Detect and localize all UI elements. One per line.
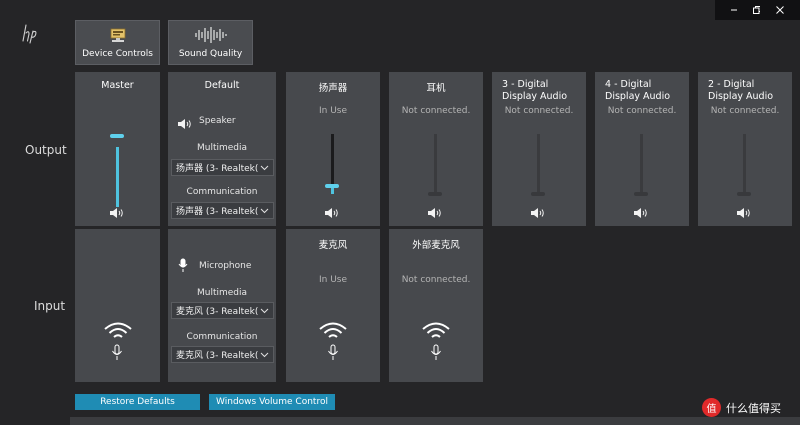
speaker-icon[interactable]	[109, 204, 125, 223]
output-device-panel: 耳机 Not connected.	[389, 72, 483, 226]
microphone-icon	[178, 258, 188, 278]
input-device-title: 麦克风	[318, 240, 348, 251]
speaker-icon[interactable]	[530, 204, 546, 223]
output-device-status: Not connected.	[607, 106, 677, 116]
output-device-title: 3 - Digital Display Audio	[502, 79, 568, 102]
input-communication-select[interactable]: 麦克风 (3- Realtek(	[171, 346, 274, 363]
output-row-label: Output	[25, 143, 67, 157]
output-device-status: Not connected.	[710, 106, 780, 116]
master-panel: Master	[75, 72, 160, 226]
display-audio-volume-thumb	[737, 192, 751, 196]
input-device-panel: 外部麦克风 Not connected.	[389, 229, 483, 382]
display-audio-volume-track	[640, 134, 643, 194]
horizontal-scrollbar[interactable]	[70, 417, 800, 425]
speaker-volume-thumb[interactable]	[325, 184, 339, 188]
speaker-icon[interactable]	[736, 204, 752, 223]
chevron-down-icon	[260, 208, 269, 214]
output-device-title: 扬声器	[318, 83, 348, 94]
display-audio-volume-thumb	[531, 192, 545, 196]
output-communication-select[interactable]: 扬声器 (3- Realtek(	[171, 202, 274, 219]
input-multimedia-label: Multimedia	[196, 288, 248, 298]
master-title: Master	[101, 80, 134, 91]
default-output-device: Speaker	[199, 116, 236, 126]
display-audio-volume-track	[537, 134, 540, 194]
display-audio-volume-track	[743, 134, 746, 194]
output-device-status: Not connected.	[401, 106, 471, 116]
speaker-volume-track[interactable]	[331, 134, 334, 186]
input-communication-label: Communication	[186, 332, 258, 342]
output-device-panel: 4 - Digital Display Audio Not connected.	[595, 72, 689, 226]
wifi-icon	[421, 321, 451, 345]
output-device-title: 2 - Digital Display Audio	[708, 79, 774, 102]
output-device-status: Not connected.	[504, 106, 574, 116]
default-output-panel: Default Speaker Multimedia 扬声器 (3- Realt…	[168, 72, 276, 226]
close-button[interactable]	[760, 0, 800, 20]
output-device-title: 4 - Digital Display Audio	[605, 79, 671, 102]
output-device-panel: 2 - Digital Display Audio Not connected.	[698, 72, 792, 226]
watermark-logo: 值	[702, 398, 721, 417]
windows-volume-control-button[interactable]: Windows Volume Control	[209, 394, 335, 410]
input-device-status: Not connected.	[401, 275, 471, 285]
speaker-icon	[177, 115, 193, 134]
microphone-icon[interactable]	[327, 344, 339, 366]
output-device-panel: 扬声器 In Use	[286, 72, 380, 226]
headphone-volume-track	[434, 134, 437, 194]
output-communication-label: Communication	[186, 187, 258, 197]
device-controls-button[interactable]: Device Controls	[75, 20, 160, 65]
output-device-status: In Use	[318, 106, 348, 116]
output-multimedia-label: Multimedia	[196, 143, 248, 153]
master-volume-track[interactable]	[116, 147, 119, 207]
waveform-icon	[194, 27, 227, 43]
input-multimedia-select[interactable]: 麦克风 (3- Realtek(	[171, 302, 274, 319]
microphone-icon[interactable]	[430, 344, 442, 366]
speaker-icon[interactable]	[427, 204, 443, 223]
output-device-panel: 3 - Digital Display Audio Not connected.	[492, 72, 586, 226]
hp-logo	[20, 22, 42, 44]
chevron-down-icon	[260, 165, 269, 171]
wifi-icon	[318, 321, 348, 345]
restore-defaults-button[interactable]: Restore Defaults	[75, 394, 200, 410]
watermark-text: 什么值得买	[726, 402, 781, 415]
input-device-panel: 麦克风 In Use	[286, 229, 380, 382]
speaker-icon[interactable]	[633, 204, 649, 223]
default-input-device: Microphone	[199, 261, 252, 271]
speaker-icon[interactable]	[324, 204, 340, 223]
input-device-title: 外部麦克风	[412, 240, 460, 251]
sound-quality-label: Sound Quality	[178, 49, 243, 59]
close-icon	[776, 6, 784, 14]
default-input-panel: Microphone Multimedia 麦克风 (3- Realtek( C…	[168, 229, 276, 382]
device-controls-icon	[110, 28, 125, 42]
master-input-panel	[75, 229, 160, 382]
device-controls-label: Device Controls	[82, 49, 153, 59]
microphone-icon[interactable]	[111, 344, 123, 366]
display-audio-volume-thumb	[634, 192, 648, 196]
default-output-title: Default	[204, 80, 240, 91]
input-row-label: Input	[34, 299, 66, 313]
chevron-down-icon	[260, 308, 269, 314]
output-device-title: 耳机	[426, 83, 446, 94]
output-multimedia-select[interactable]: 扬声器 (3- Realtek(	[171, 159, 274, 176]
sound-quality-button[interactable]: Sound Quality	[168, 20, 253, 65]
headphone-volume-thumb	[428, 192, 442, 196]
input-device-status: In Use	[318, 275, 348, 285]
master-volume-thumb[interactable]	[110, 134, 124, 138]
wifi-icon	[103, 321, 133, 345]
chevron-down-icon	[260, 352, 269, 358]
